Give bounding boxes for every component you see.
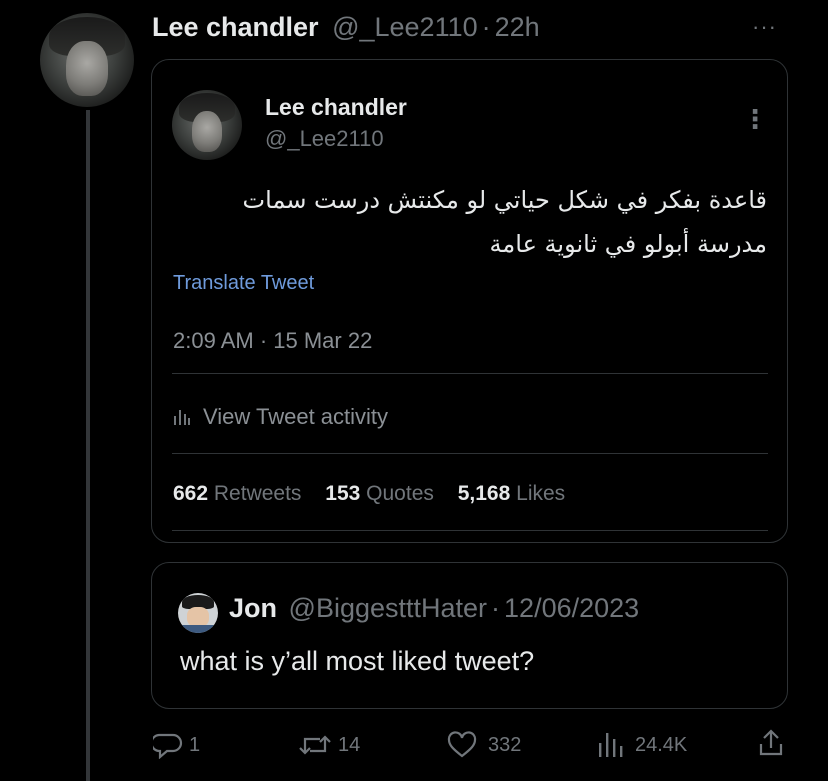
divider-2 xyxy=(172,453,768,454)
embedded-author-avatar[interactable] xyxy=(172,90,242,160)
quotes-label: Quotes xyxy=(366,482,434,505)
tweet-timestamp[interactable]: 2:09 AM · 15 Mar 22 xyxy=(173,328,372,354)
tweet-text-line-2: مدرسة أبولو في ثانوية عامة xyxy=(489,230,767,258)
reply-count: 1 xyxy=(189,733,201,756)
quoted-tweet-card[interactable]: Jon @BiggestttHater · 12/06/2023 what is y… xyxy=(151,562,788,709)
divider-3 xyxy=(172,530,768,531)
embedded-author-handle[interactable]: @_Lee2110 xyxy=(265,126,384,152)
retweets-count: 662 xyxy=(173,482,209,505)
retweets-stat[interactable]: 662 Retweets xyxy=(173,482,301,505)
quoted-author-avatar[interactable] xyxy=(178,593,218,633)
views-count: 24.4K xyxy=(635,733,688,756)
author-name[interactable]: Lee chandler xyxy=(152,12,319,42)
retweet-action[interactable]: 14 xyxy=(298,730,360,760)
quoted-date[interactable]: 12/06/2023 xyxy=(504,593,639,623)
thread-line xyxy=(86,110,90,781)
quotes-stat[interactable]: 153 Quotes xyxy=(325,482,434,505)
embedded-author-name[interactable]: Lee chandler xyxy=(265,94,407,121)
more-options-icon[interactable]: ··· xyxy=(752,14,777,40)
quoted-author-handle[interactable]: @BiggestttHater xyxy=(289,593,488,623)
tweet-stats: 662 Retweets 153 Quotes 5,168 Likes xyxy=(173,482,565,506)
quoted-author-name[interactable]: Jon xyxy=(229,593,277,623)
like-action[interactable]: 332 xyxy=(446,730,521,760)
likes-label: Likes xyxy=(516,482,566,505)
heart-icon xyxy=(446,731,478,759)
views-action[interactable]: 24.4K xyxy=(597,730,687,760)
share-action[interactable] xyxy=(758,728,784,758)
quoted-text: what is y’all most liked tweet? xyxy=(180,646,535,676)
like-count: 332 xyxy=(488,733,522,756)
tweet-activity-row[interactable]: View Tweet activity xyxy=(173,403,388,431)
embedded-tweet-card[interactable]: Lee chandler @_Lee2110 ⋮ قاعدة بفكر في ش… xyxy=(151,59,788,543)
quoted-header: Jon @BiggestttHater · 12/06/2023 xyxy=(229,593,639,624)
divider-1 xyxy=(172,373,768,374)
tweet-text-line-1: قاعدة بفكر في شكل حياتي لو مكنتش درست سم… xyxy=(242,186,767,214)
tweet-time[interactable]: 22h xyxy=(495,12,540,42)
translate-tweet-link[interactable]: Translate Tweet xyxy=(173,272,314,295)
reply-action[interactable]: 1 xyxy=(153,730,200,760)
activity-label: View Tweet activity xyxy=(203,404,389,429)
likes-stat[interactable]: 5,168 Likes xyxy=(458,482,565,505)
likes-count: 5,168 xyxy=(457,482,511,505)
views-chart-icon xyxy=(597,731,625,759)
retweet-count: 14 xyxy=(338,733,361,756)
retweet-icon xyxy=(298,731,332,759)
retweets-label: Retweets xyxy=(213,482,302,505)
author-handle[interactable]: @_Lee2110 xyxy=(332,12,478,42)
embedded-more-icon[interactable]: ⋮ xyxy=(742,104,768,135)
quoted-separator: · xyxy=(491,593,501,623)
tweet-header: Lee chandler @_Lee2110 · 22h xyxy=(152,10,540,44)
header-separator: · xyxy=(481,12,491,42)
reply-icon xyxy=(153,731,183,759)
author-avatar[interactable] xyxy=(40,13,134,107)
share-icon xyxy=(758,728,784,758)
quotes-count: 153 xyxy=(325,482,361,505)
embedded-tweet-text: قاعدة بفكر في شكل حياتي لو مكنتش درست سم… xyxy=(207,178,767,266)
activity-chart-icon xyxy=(173,408,191,426)
